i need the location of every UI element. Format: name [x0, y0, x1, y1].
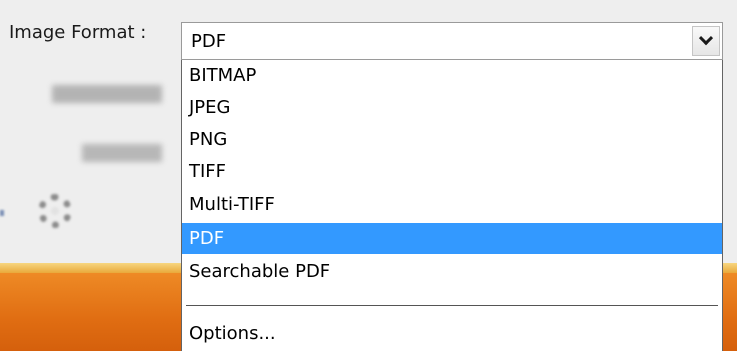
- image-format-label: Image Format :: [9, 22, 147, 43]
- blurred-label-1: [52, 85, 162, 103]
- dropdown-item-pdf[interactable]: PDF: [182, 223, 722, 254]
- gear-icon[interactable]: [38, 194, 72, 228]
- blurred-label-2: [82, 144, 162, 162]
- options-menu-item[interactable]: Options...: [182, 318, 722, 349]
- format-dropdown-list: BITMAP JPEG PNG TIFF Multi-TIFF PDF Sear…: [181, 60, 723, 351]
- image-format-value: PDF: [191, 31, 227, 52]
- dropdown-item-jpeg[interactable]: JPEG: [182, 92, 722, 123]
- chevron-down-icon: [698, 31, 714, 46]
- dropdown-item-multi-tiff[interactable]: Multi-TIFF: [182, 189, 722, 220]
- blurred-edge-mark: [0, 210, 4, 216]
- dropdown-item-bitmap[interactable]: BITMAP: [182, 60, 722, 91]
- dropdown-item-png[interactable]: PNG: [182, 124, 722, 155]
- dropdown-toggle-button[interactable]: [692, 26, 720, 56]
- dropdown-divider: [186, 305, 718, 306]
- image-format-select[interactable]: PDF: [181, 22, 723, 60]
- dropdown-item-tiff[interactable]: TIFF: [182, 156, 722, 187]
- dropdown-item-searchable-pdf[interactable]: Searchable PDF: [182, 256, 722, 287]
